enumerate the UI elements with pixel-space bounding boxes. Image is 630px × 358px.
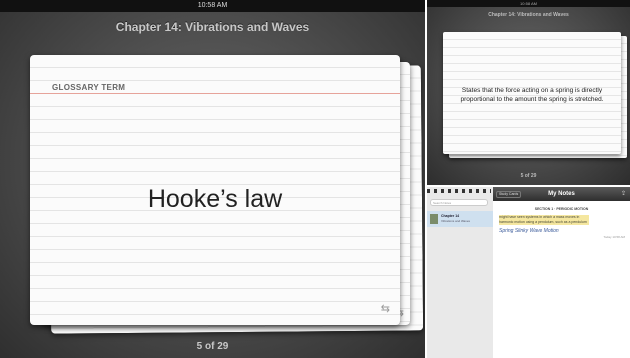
status-time: 10:58 AM (197, 2, 228, 9)
notes-content: Study Cards My Notes ⇪ SECTION 1 · PERIO… (493, 187, 630, 358)
definition-text: States that the force acting on a spring… (460, 87, 604, 103)
chapter-title: Chapter 14: Vibrations and Waves (488, 12, 569, 18)
status-bar: 10:58 AM (427, 0, 630, 7)
nav-title: My Notes (548, 191, 575, 197)
binder-rings (427, 189, 491, 193)
chapter-title: Chapter 14: Vibrations and Waves (115, 20, 310, 34)
chapter-thumbnail (430, 214, 438, 224)
flip-icon[interactable]: ⇆ (381, 302, 390, 315)
share-icon[interactable]: ⇪ (621, 190, 626, 197)
status-time: 10:58 AM (520, 1, 537, 6)
sidebar-item-subtitle: Vibrations and Waves (441, 219, 471, 223)
card-rule-line (30, 93, 400, 94)
search-input[interactable]: Search Notes (430, 199, 488, 206)
notes-sidebar: Search Notes Chapter 14 Vibrations and W… (427, 187, 494, 358)
note-date: Today 10:58 AM (603, 235, 625, 239)
card-label: GLOSSARY TERM (52, 83, 126, 92)
glossary-term: Hooke’s law (147, 185, 283, 213)
page-indicator: 5 of 29 (196, 341, 229, 352)
section-heading: SECTION 1 · PERIODIC MOTION (534, 207, 589, 211)
notes-nav-bar: Study Cards My Notes ⇪ (493, 187, 630, 201)
sidebar-item-title: Chapter 14 (441, 214, 460, 218)
notes-view: Search Notes Chapter 14 Vibrations and W… (427, 187, 630, 358)
flashcard-back-view: 10:58 AM Chapter 14: Vibrations and Wave… (427, 0, 630, 185)
handwritten-note[interactable]: Spring Slinky Wave Motion (499, 228, 559, 234)
highlighted-note[interactable]: might have seen systems in which a mass … (499, 215, 589, 225)
sidebar-item-chapter[interactable]: Chapter 14 Vibrations and Waves (427, 211, 493, 227)
status-bar: 10:58 AM (0, 0, 425, 12)
flashcard[interactable]: GLOSSARY TERM Hooke’s law ⇆ (30, 55, 400, 325)
flashcard-definition[interactable]: States that the force acting on a spring… (443, 32, 621, 154)
flashcard-view: 10:58 AM Chapter 14: Vibrations and Wave… (0, 0, 425, 358)
page-indicator: 5 of 29 (520, 173, 537, 179)
